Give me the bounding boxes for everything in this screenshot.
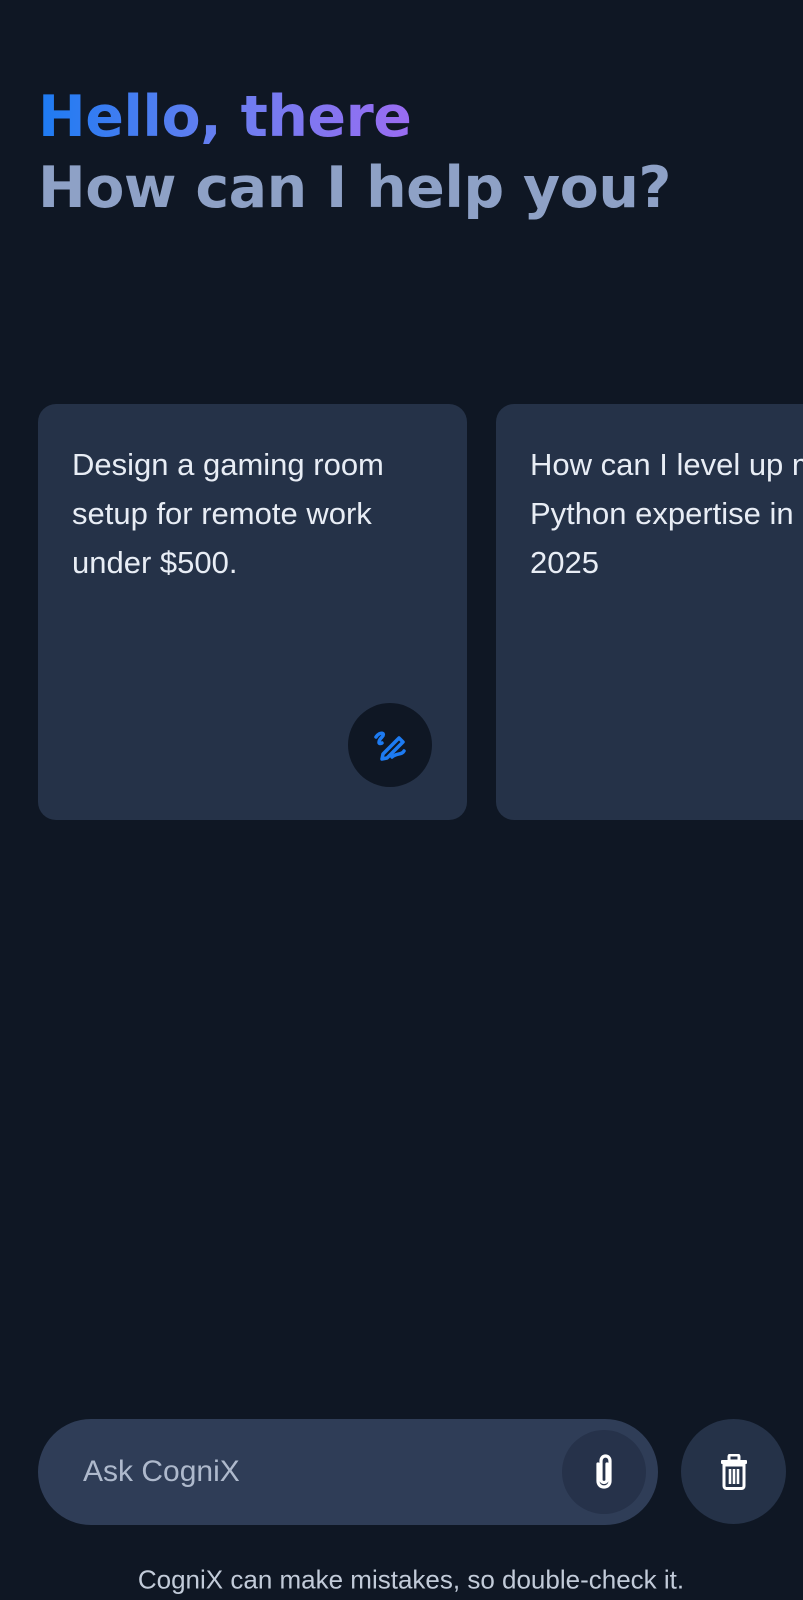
attach-file-button[interactable] [562,1430,646,1514]
suggestion-card[interactable]: How can I level up my Python expertise i… [496,404,803,820]
greeting-title: Hello, there [38,84,412,150]
greeting: Hello, there How can I help you? [38,82,671,224]
greeting-subtitle: How can I help you? [38,155,671,221]
suggestion-text: How can I level up my Python expertise i… [530,447,803,580]
suggestion-text: Design a gaming room setup for remote wo… [72,447,384,580]
delete-chat-button[interactable] [681,1419,786,1524]
suggestion-card[interactable]: Design a gaming room setup for remote wo… [38,404,467,820]
chat-home-screen: Hello, there How can I help you? Design … [0,0,803,1600]
draw-icon [348,703,432,787]
suggestion-list[interactable]: Design a gaming room setup for remote wo… [38,404,803,820]
delete-icon [720,1453,747,1490]
disclaimer-text: CogniX can make mistakes, so double-chec… [137,1564,685,1595]
attach-file-icon [596,1454,612,1489]
prompt-bar [38,1419,658,1525]
prompt-input[interactable] [38,1419,558,1525]
